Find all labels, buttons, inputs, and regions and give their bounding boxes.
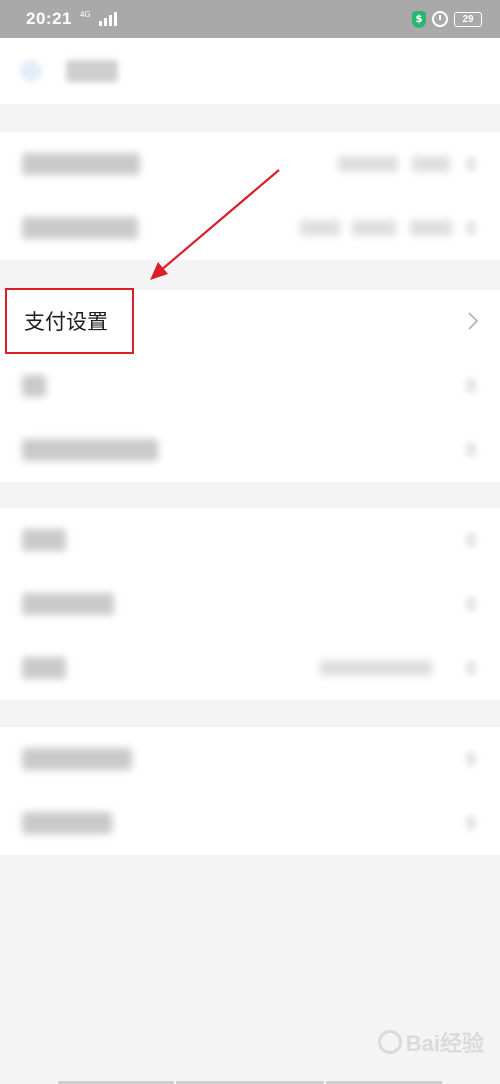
baidu-paw-icon	[377, 1030, 402, 1054]
annotation-arrow	[150, 169, 280, 280]
watermark-text: Bai经验	[405, 1031, 484, 1056]
watermark: Bai经验	[377, 1026, 484, 1058]
